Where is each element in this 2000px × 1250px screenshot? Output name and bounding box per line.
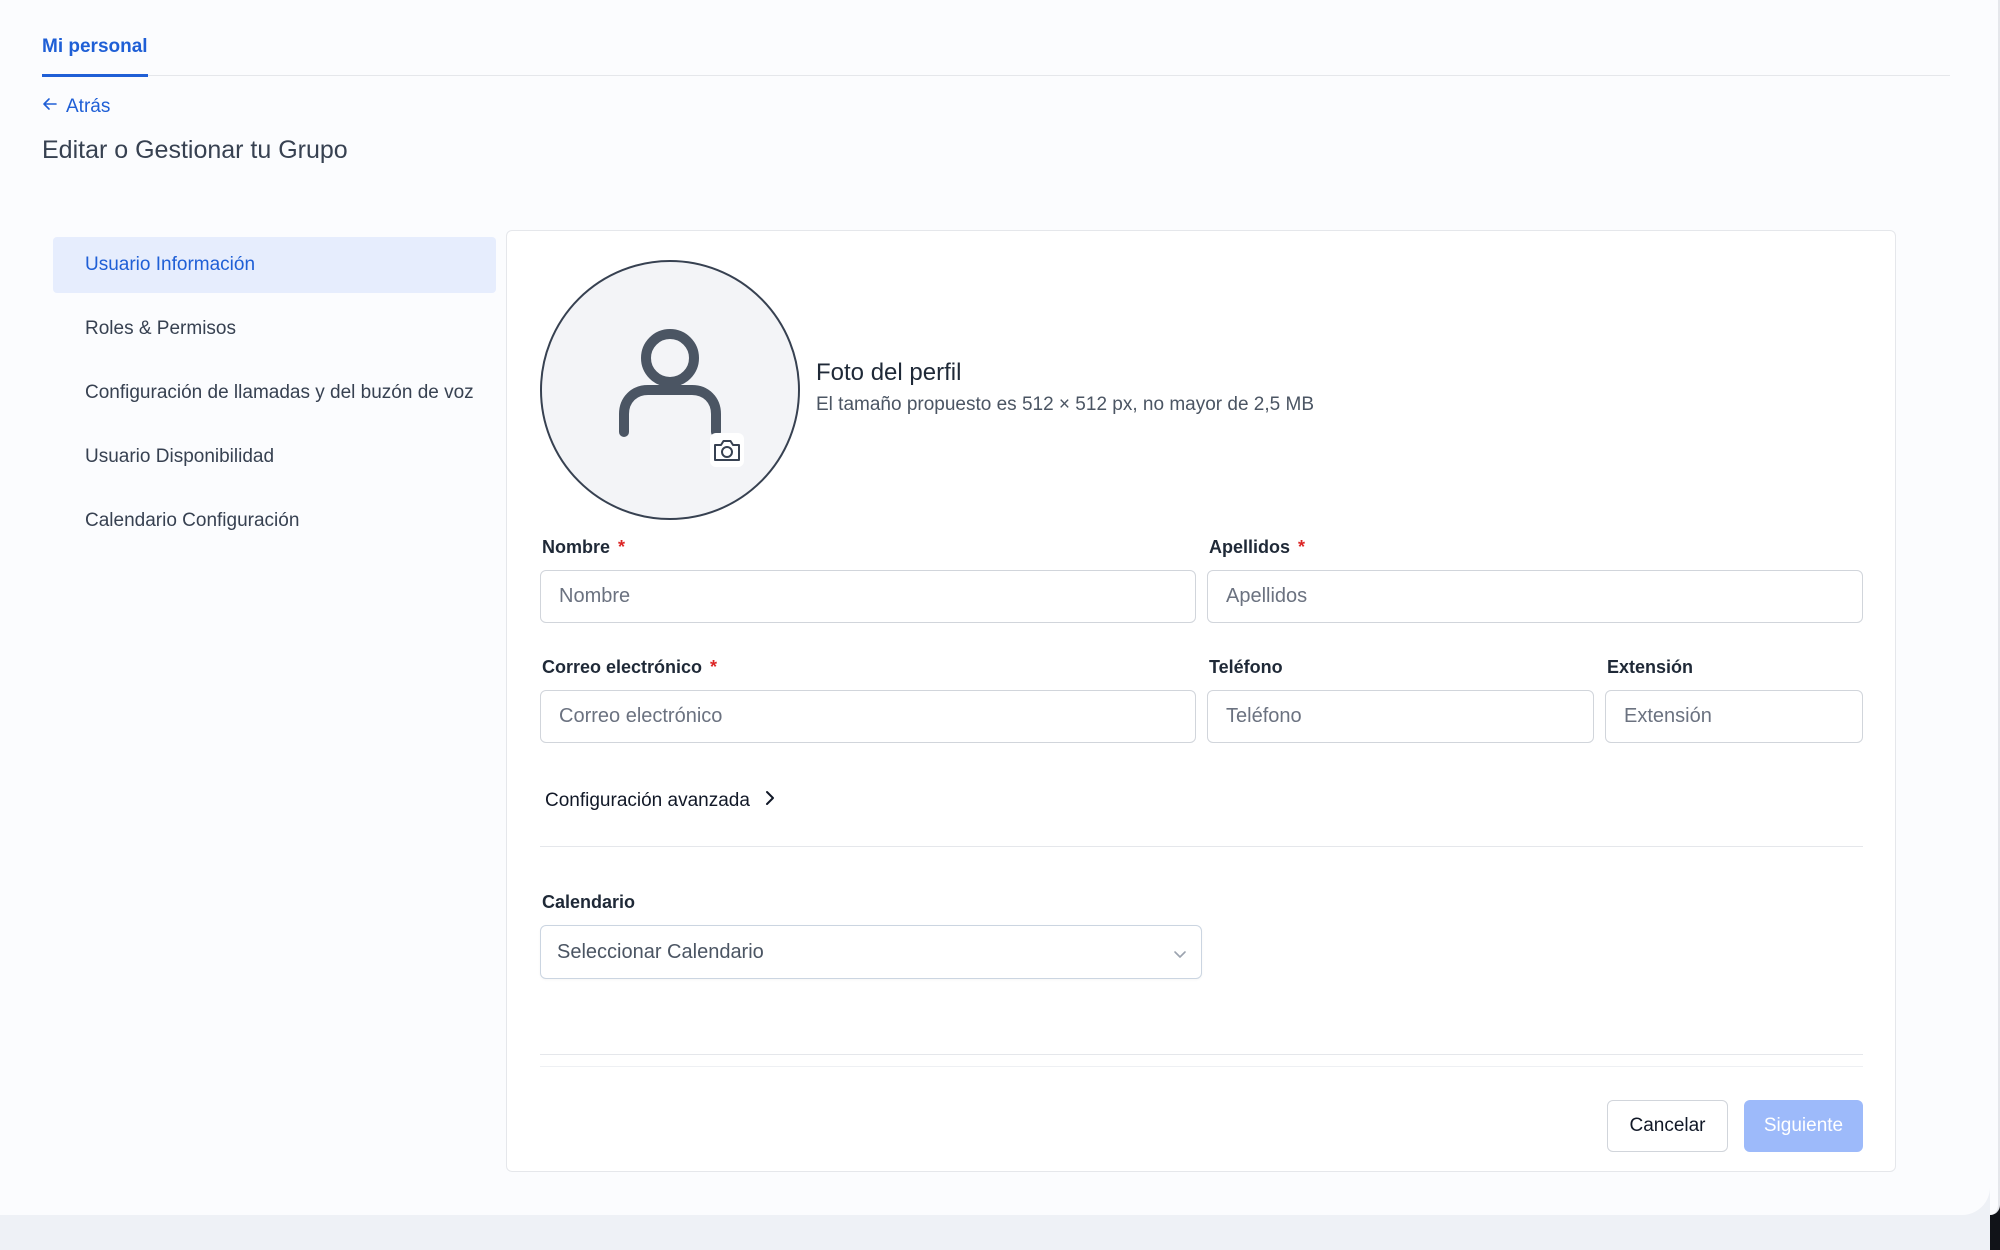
arrow-left-icon [42, 96, 58, 118]
profile-photo-title: Foto del perfil [816, 359, 962, 386]
camera-icon[interactable] [710, 433, 744, 467]
sidebar-item-disponibilidad[interactable]: Usuario Disponibilidad [53, 429, 496, 485]
required-mark: * [1298, 537, 1306, 557]
first-name-input[interactable] [540, 570, 1196, 623]
page: Mi personal Atrás Editar o Gestionar tu … [0, 0, 1990, 1215]
back-link[interactable]: Atrás [42, 96, 110, 118]
last-name-label: Apellidos * [1209, 537, 1305, 558]
profile-photo-hint: El tamaño propuesto es 512 × 512 px, no … [816, 394, 1314, 415]
page-title: Editar o Gestionar tu Grupo [42, 136, 348, 164]
calendar-select[interactable]: Seleccionar Calendario [540, 925, 1202, 979]
sidebar-item-usuario-informacion[interactable]: Usuario Información [53, 237, 496, 293]
window-edge-top [1990, 0, 2000, 1215]
calendar-label: Calendario [542, 892, 636, 912]
divider [540, 846, 1863, 847]
email-input[interactable] [540, 690, 1196, 743]
advanced-settings-label: Configuración avanzada [545, 790, 750, 811]
next-button[interactable]: Siguiente [1744, 1100, 1863, 1152]
avatar[interactable] [540, 260, 800, 520]
last-name-input[interactable] [1207, 570, 1863, 623]
sidebar-item-calendario[interactable]: Calendario Configuración [53, 493, 496, 549]
top-tabs: Mi personal [42, 0, 1950, 77]
required-mark: * [618, 537, 626, 557]
extension-input[interactable] [1605, 690, 1863, 743]
phone-label: Teléfono [1209, 657, 1283, 677]
first-name-label: Nombre * [542, 537, 625, 558]
sidebar-nav: Usuario Información Roles & Permisos Con… [53, 237, 496, 557]
divider [540, 1054, 1863, 1055]
last-name-label-text: Apellidos [1209, 537, 1291, 557]
calendar-select-value: Seleccionar Calendario [557, 940, 764, 963]
cancel-button[interactable]: Cancelar [1607, 1100, 1728, 1152]
first-name-label-text: Nombre [542, 537, 611, 557]
email-label: Correo electrónico * [542, 657, 717, 678]
sidebar-item-roles-permisos[interactable]: Roles & Permisos [53, 301, 496, 357]
required-mark: * [710, 657, 718, 677]
email-label-text: Correo electrónico [542, 657, 703, 677]
phone-input[interactable] [1207, 690, 1594, 743]
chevron-down-icon [1173, 944, 1187, 958]
advanced-settings-toggle[interactable]: Configuración avanzada [545, 789, 776, 813]
divider [540, 1066, 1863, 1067]
sidebar-item-llamadas-buzon[interactable]: Configuración de llamadas y del buzón de… [53, 365, 496, 421]
extension-label: Extensión [1607, 657, 1694, 677]
back-link-label: Atrás [66, 96, 111, 117]
user-info-card: Foto del perfil El tamaño propuesto es 5… [506, 230, 1896, 1172]
chevron-right-icon [764, 789, 776, 813]
tab-mi-personal[interactable]: Mi personal [42, 36, 148, 77]
user-icon [618, 328, 722, 453]
